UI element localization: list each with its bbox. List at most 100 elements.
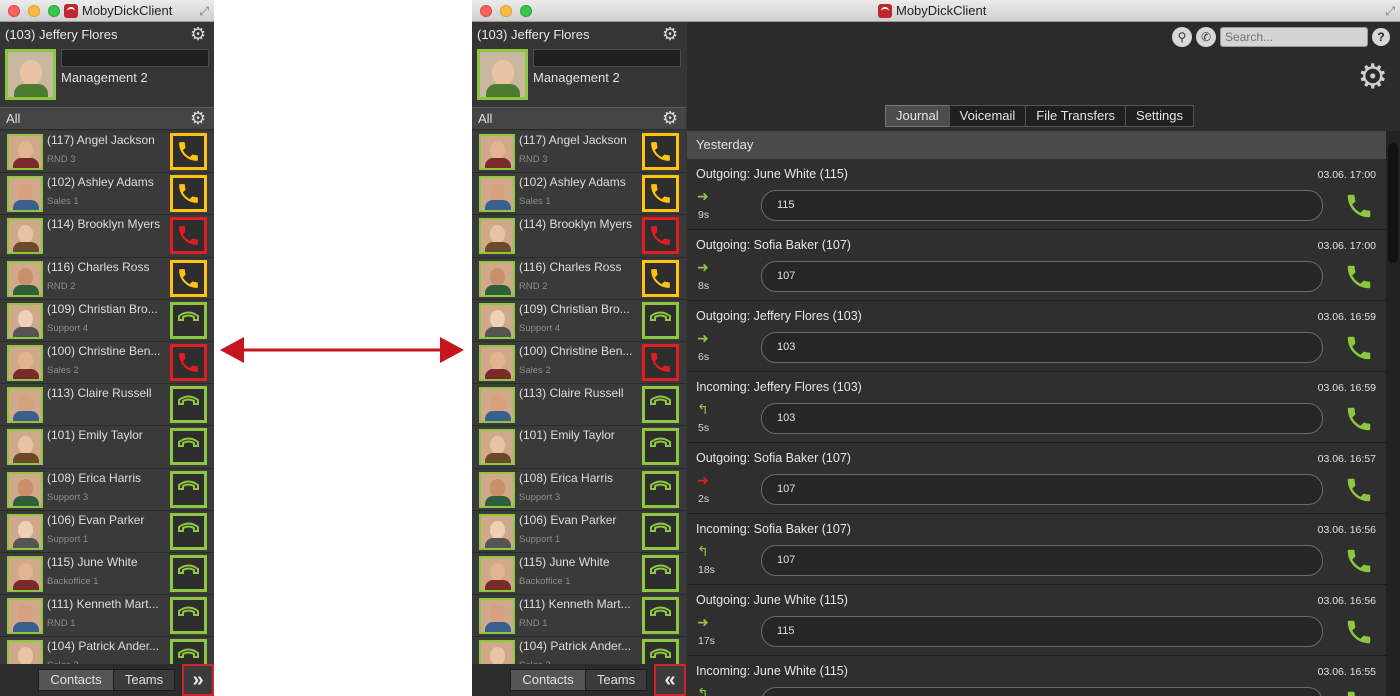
call-back-phone-icon[interactable]: [1344, 333, 1374, 368]
filter-settings-gear-icon[interactable]: ⚙: [190, 109, 206, 127]
teams-tab-button[interactable]: Teams: [113, 669, 175, 691]
call-contact-button[interactable]: [170, 512, 207, 550]
call-back-phone-icon[interactable]: [1344, 262, 1374, 297]
contact-filter-bar[interactable]: All ⚙: [472, 107, 686, 130]
tab-file-transfers[interactable]: File Transfers: [1025, 105, 1127, 127]
contact-row[interactable]: (117) Angel Jackson RND 3: [472, 131, 686, 174]
journal-scrollbar[interactable]: [1386, 131, 1400, 696]
current-user-avatar[interactable]: [477, 49, 528, 100]
contact-row[interactable]: (108) Erica Harris Support 3: [472, 468, 686, 511]
title-bar[interactable]: MobyDickClient ⤢: [472, 0, 1400, 22]
contact-row[interactable]: (111) Kenneth Mart... RND 1: [0, 595, 214, 638]
zoom-window-button[interactable]: [48, 5, 60, 17]
contact-row[interactable]: (104) Patrick Ander...Sales 2: [0, 637, 214, 664]
title-bar[interactable]: MobyDickClient ⤢: [0, 0, 214, 22]
contact-row[interactable]: (102) Ashley Adams Sales 1: [472, 173, 686, 216]
dial-phone-icon[interactable]: ✆: [1196, 27, 1216, 47]
contact-row[interactable]: (114) Brooklyn Myers: [0, 215, 214, 258]
help-button[interactable]: ?: [1372, 28, 1390, 46]
contact-row[interactable]: (100) Christine Ben... Sales 2: [0, 341, 214, 385]
call-contact-button[interactable]: [642, 343, 679, 381]
collapse-panel-button[interactable]: «: [654, 664, 686, 696]
resize-icon[interactable]: ⤢: [199, 4, 209, 19]
contact-row[interactable]: (116) Charles Ross RND 2: [0, 257, 214, 300]
entry-number-field[interactable]: 115: [761, 616, 1323, 647]
contact-row[interactable]: (100) Christine Ben... Sales 2: [472, 341, 686, 385]
contact-list[interactable]: (117) Angel Jackson RND 3 (102) Ashley Ada…: [472, 131, 686, 664]
call-contact-button[interactable]: [642, 133, 679, 170]
call-back-phone-icon[interactable]: [1344, 688, 1374, 696]
journal-entry[interactable]: Outgoing: June White (115) 03.06. 16:56 ➜ 1…: [687, 585, 1386, 656]
contact-row[interactable]: (102) Ashley Adams Sales 1: [0, 173, 214, 216]
call-contact-button[interactable]: [170, 301, 207, 339]
call-contact-button[interactable]: [170, 554, 207, 592]
call-contact-button[interactable]: [642, 639, 679, 664]
call-back-phone-icon[interactable]: [1344, 475, 1374, 510]
contact-row[interactable]: (109) Christian Bro... Support 4: [472, 299, 686, 342]
call-contact-button[interactable]: [642, 512, 679, 550]
scrollbar-thumb[interactable]: [1388, 143, 1398, 263]
user-settings-gear-icon[interactable]: ⚙: [190, 25, 206, 43]
teams-tab-button[interactable]: Teams: [585, 669, 647, 691]
contact-row[interactable]: (116) Charles Ross RND 2: [472, 257, 686, 300]
journal-entry[interactable]: Outgoing: Jeffery Flores (103) 03.06. 16:…: [687, 301, 1386, 372]
call-back-phone-icon[interactable]: [1344, 191, 1374, 226]
call-contact-button[interactable]: [642, 554, 679, 592]
contact-row[interactable]: (113) Claire Russell: [472, 384, 686, 427]
contact-row[interactable]: (115) June White Backoffice 1: [472, 552, 686, 596]
current-user-avatar[interactable]: [5, 49, 56, 100]
call-contact-button[interactable]: [642, 597, 679, 635]
call-back-phone-icon[interactable]: [1344, 617, 1374, 652]
status-message-field[interactable]: [533, 49, 681, 67]
contact-row[interactable]: (101) Emily Taylor: [472, 426, 686, 469]
call-contact-button[interactable]: [170, 259, 207, 297]
tab-voicemail[interactable]: Voicemail: [948, 105, 1027, 127]
search-icon[interactable]: ⚲: [1172, 27, 1192, 47]
journal-entries[interactable]: Outgoing: June White (115) 03.06. 17:00 ➜ 9…: [687, 159, 1386, 696]
tab-journal[interactable]: Journal: [885, 105, 950, 127]
call-contact-button[interactable]: [642, 386, 679, 424]
contacts-tab-button[interactable]: Contacts: [38, 669, 114, 691]
call-contact-button[interactable]: [642, 217, 679, 255]
minimize-window-button[interactable]: [500, 5, 512, 17]
contact-row[interactable]: (113) Claire Russell: [0, 384, 214, 427]
search-input[interactable]: [1220, 27, 1368, 47]
entry-number-field[interactable]: 107: [761, 474, 1323, 505]
close-window-button[interactable]: [480, 5, 492, 17]
call-contact-button[interactable]: [642, 428, 679, 466]
call-contact-button[interactable]: [170, 133, 207, 170]
entry-number-field[interactable]: 107: [761, 545, 1323, 576]
resize-icon[interactable]: ⤢: [1385, 4, 1395, 19]
contacts-tab-button[interactable]: Contacts: [510, 669, 586, 691]
call-contact-button[interactable]: [170, 639, 207, 664]
close-window-button[interactable]: [8, 5, 20, 17]
zoom-window-button[interactable]: [520, 5, 532, 17]
journal-entry[interactable]: Outgoing: June White (115) 03.06. 17:00 ➜ 9…: [687, 159, 1386, 230]
call-contact-button[interactable]: [170, 217, 207, 255]
entry-number-field[interactable]: 115: [761, 190, 1323, 221]
call-contact-button[interactable]: [170, 470, 207, 508]
call-contact-button[interactable]: [642, 301, 679, 339]
entry-number-field[interactable]: 107: [761, 261, 1323, 292]
contact-row[interactable]: (101) Emily Taylor: [0, 426, 214, 469]
user-settings-gear-icon[interactable]: ⚙: [662, 25, 678, 43]
contact-row[interactable]: (111) Kenneth Mart... RND 1: [472, 595, 686, 638]
contact-row[interactable]: (106) Evan Parker Support 1: [0, 510, 214, 553]
entry-number-field[interactable]: 103: [761, 332, 1323, 363]
journal-settings-gear-icon[interactable]: ⚙: [1358, 60, 1388, 94]
call-contact-button[interactable]: [642, 259, 679, 297]
contact-row[interactable]: (115) June White Backoffice 1: [0, 552, 214, 596]
contact-filter-bar[interactable]: All ⚙: [0, 107, 214, 130]
call-contact-button[interactable]: [642, 470, 679, 508]
entry-number-field[interactable]: [761, 687, 1323, 696]
entry-number-field[interactable]: 103: [761, 403, 1323, 434]
expand-panel-button[interactable]: »: [182, 664, 214, 696]
call-contact-button[interactable]: [170, 597, 207, 635]
journal-entry[interactable]: Outgoing: Sofia Baker (107) 03.06. 17:00 ➜…: [687, 230, 1386, 301]
contact-row[interactable]: (114) Brooklyn Myers: [472, 215, 686, 258]
minimize-window-button[interactable]: [28, 5, 40, 17]
tab-settings[interactable]: Settings: [1125, 105, 1195, 127]
call-contact-button[interactable]: [170, 428, 207, 466]
journal-entry[interactable]: Outgoing: Sofia Baker (107) 03.06. 16:57 ➜…: [687, 443, 1386, 514]
contact-row[interactable]: (106) Evan Parker Support 1: [472, 510, 686, 553]
